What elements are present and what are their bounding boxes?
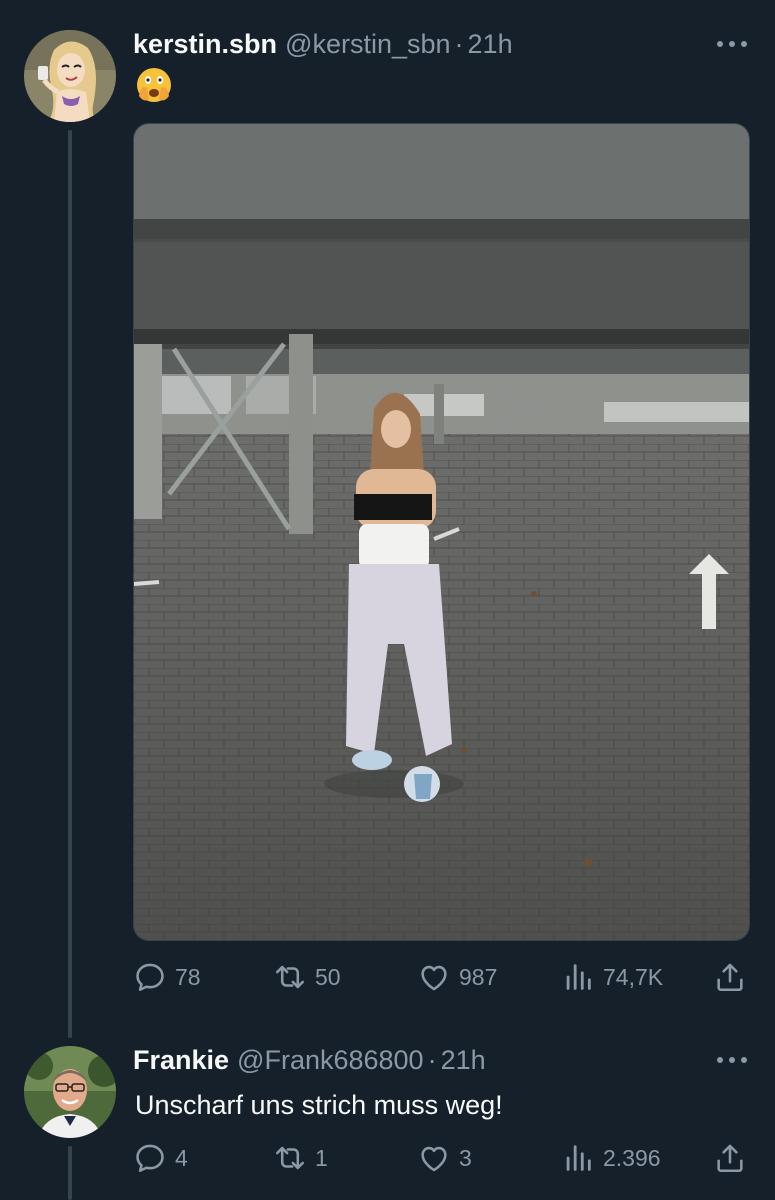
heart-icon <box>421 965 447 991</box>
tweet-action-bar: 78 50 987 74,7K <box>133 957 750 997</box>
reply-user-handle[interactable]: @Frank686800 <box>237 1043 424 1077</box>
cartoon-avatar-icon <box>24 30 116 122</box>
like-count: 987 <box>459 963 498 990</box>
display-name[interactable]: kerstin.sbn <box>133 27 277 61</box>
repost-arrows-icon <box>275 1146 305 1170</box>
reply-reply-button[interactable]: 4 <box>133 1138 188 1178</box>
reply-reply-count: 4 <box>175 1144 188 1171</box>
tweet-media-photo[interactable] <box>133 123 750 941</box>
reply-repost-button[interactable]: 1 <box>273 1138 328 1178</box>
reply-view-count: 2.396 <box>603 1144 661 1171</box>
bar-chart-icon <box>566 964 591 990</box>
views-button[interactable]: 74,7K <box>561 957 663 997</box>
repost-arrows-icon <box>275 965 305 989</box>
heart-icon <box>421 1146 447 1172</box>
reply-avatar[interactable] <box>24 1046 116 1138</box>
profile-photo-icon <box>24 1046 116 1138</box>
avatar[interactable] <box>24 30 116 122</box>
share-upload-icon <box>717 963 743 992</box>
reply-timestamp[interactable]: 21h <box>441 1043 486 1077</box>
reply-action-bar: 4 1 3 2.396 <box>133 1138 750 1178</box>
reply-header: Frankie @Frank686800 · 21h <box>133 1043 486 1077</box>
reply-like-count: 3 <box>459 1144 472 1171</box>
more-options-icon[interactable] <box>717 39 747 49</box>
thread-connector-line-lower <box>68 1146 72 1200</box>
reply-more-options-icon[interactable] <box>717 1055 747 1065</box>
reply-display-name[interactable]: Frankie <box>133 1043 229 1077</box>
reply-views-button[interactable]: 2.396 <box>561 1138 661 1178</box>
reply-like-button[interactable]: 3 <box>417 1138 472 1178</box>
like-button[interactable]: 987 <box>417 957 497 997</box>
bar-chart-icon <box>566 1145 591 1171</box>
separator-dot: · <box>454 29 464 59</box>
parking-garage-photo <box>134 124 749 940</box>
speech-bubble-icon <box>136 963 164 992</box>
reply-body-text: Unscharf uns strich muss weg! <box>135 1090 503 1120</box>
view-count: 74,7K <box>603 963 664 990</box>
reply-repost-count: 1 <box>315 1144 328 1171</box>
repost-button[interactable]: 50 <box>273 957 341 997</box>
reply-count: 78 <box>175 963 201 990</box>
thread-connector-line <box>68 130 72 1038</box>
timestamp[interactable]: 21h <box>468 27 513 61</box>
face-with-hand-over-mouth-emoji <box>135 66 173 104</box>
tweet-header: kerstin.sbn @kerstin_sbn · 21h <box>133 27 513 61</box>
censor-bar <box>354 494 432 520</box>
reply-share-button[interactable] <box>713 1138 755 1178</box>
reply-button[interactable]: 78 <box>133 957 201 997</box>
share-button[interactable] <box>713 957 755 997</box>
speech-bubble-icon <box>136 1144 164 1173</box>
repost-count: 50 <box>315 963 341 990</box>
share-upload-icon <box>717 1144 743 1173</box>
reply-separator-dot: · <box>427 1045 437 1075</box>
user-handle[interactable]: @kerstin_sbn <box>285 27 450 61</box>
